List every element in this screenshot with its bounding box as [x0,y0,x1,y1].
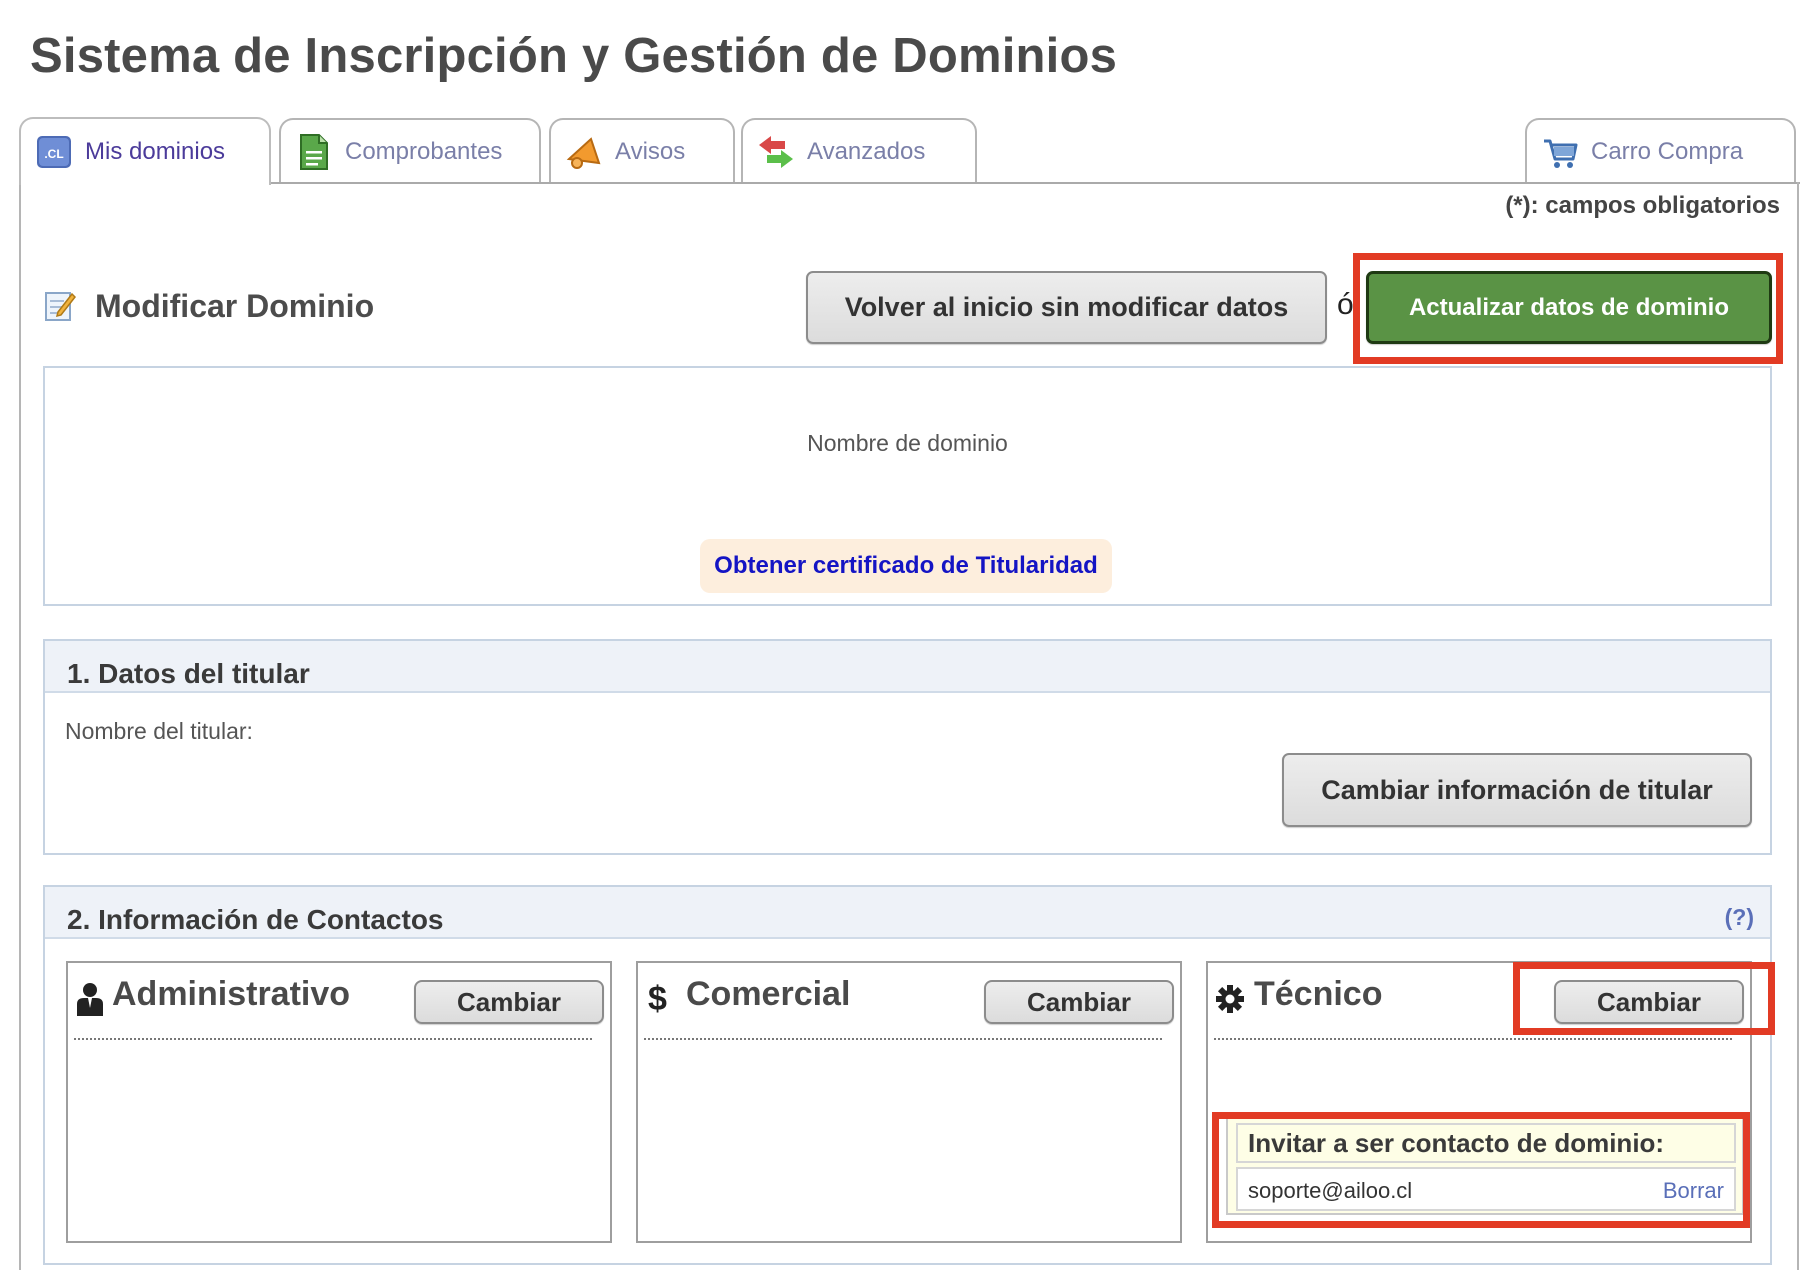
update-domain-button[interactable]: Actualizar datos de dominio [1366,271,1772,344]
megaphone-icon [566,136,601,169]
tab-label: Mis dominios [85,138,226,165]
contact-card-tecnico: Técnico Cambiar Invitar a ser contacto d… [1206,961,1752,1243]
tab-avisos[interactable]: Avisos [549,118,735,183]
dollar-icon: $ [648,980,667,1018]
svg-text:.CL: .CL [44,147,63,161]
edit-icon [45,292,76,321]
domain-name-label: Nombre de dominio [807,430,1008,456]
page-title: Sistema de Inscripción y Gestión de Domi… [30,29,1118,83]
card-divider [644,1038,1162,1040]
gear-icon [1216,985,1244,1013]
cl-domain-icon: .CL [37,136,71,168]
required-fields-note: (*): campos obligatorios [1505,192,1780,219]
section-title: 2. Información de Contactos [67,904,444,935]
invite-row: soporte@ailoo.cl Borrar [1236,1167,1736,1211]
form-title: Modificar Dominio [95,288,375,324]
section-header: 2. Información de Contactos [45,887,1770,939]
contact-card-administrativo: Administrativo Cambiar [66,961,612,1243]
certificate-link[interactable]: Obtener certificado de Titularidad [700,539,1112,593]
card-divider [74,1038,592,1040]
card-title: Técnico [1254,975,1383,1013]
change-comercial-button[interactable]: Cambiar [984,980,1174,1024]
arrows-icon [759,135,793,168]
person-icon [77,983,103,1016]
tab-label: Avanzados [807,137,926,165]
invite-contact-box: Invitar a ser contacto de dominio: sopor… [1226,1115,1744,1215]
tab-mis-dominios[interactable]: .CL Mis dominios [19,117,271,185]
change-administrativo-button[interactable]: Cambiar [414,980,604,1024]
shopping-cart-icon [1544,139,1578,168]
delete-invite-link[interactable]: Borrar [1663,1178,1724,1204]
card-title: Comercial [686,975,851,1013]
card-title: Administrativo [112,975,351,1013]
invite-email: soporte@ailoo.cl [1248,1178,1413,1203]
titular-name-label: Nombre del titular: [65,718,253,744]
tab-label: Comprobantes [345,137,503,165]
tab-comprobantes[interactable]: Comprobantes [279,118,541,183]
section-header: 1. Datos del titular [45,641,1770,693]
change-tecnico-button[interactable]: Cambiar [1554,980,1744,1024]
invite-title: Invitar a ser contacto de dominio: [1236,1123,1736,1163]
card-divider [1214,1038,1732,1040]
or-text: ó [1337,288,1354,321]
help-link[interactable]: (?) [1725,904,1754,931]
document-icon [300,133,328,170]
change-titular-button[interactable]: Cambiar información de titular [1282,753,1752,827]
tab-label: Avisos [615,137,686,165]
tab-avanzados[interactable]: Avanzados [741,118,977,183]
section-title: 1. Datos del titular [67,658,310,689]
tab-carro-compra[interactable]: Carro Compra [1525,118,1796,183]
back-button[interactable]: Volver al inicio sin modificar datos [806,271,1327,344]
contact-card-comercial: $ Comercial Cambiar [636,961,1182,1243]
tab-label: Carro Compra [1591,137,1744,165]
